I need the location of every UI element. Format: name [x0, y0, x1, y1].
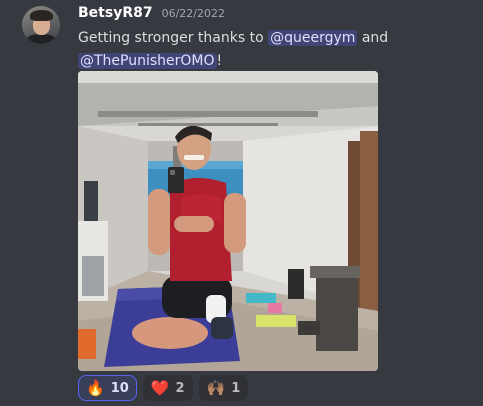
message-header: BetsyR87 06/22/2022	[78, 5, 225, 25]
timestamp: 06/22/2022	[161, 7, 225, 20]
raised-hands-icon: 🙌🏽	[206, 379, 226, 397]
avatar-hair	[30, 10, 53, 21]
chat-message: BetsyR87 06/22/2022 Getting stronger tha…	[0, 0, 483, 406]
username[interactable]: BetsyR87	[78, 5, 153, 21]
reaction-count: 1	[231, 380, 241, 396]
mention-queergym[interactable]: @queergym	[268, 30, 358, 46]
avatar-shirt	[26, 34, 56, 44]
reaction-heart[interactable]: ❤️ 2	[142, 375, 193, 401]
reaction-fire[interactable]: 🔥 10	[78, 375, 137, 401]
fire-icon: 🔥	[86, 379, 105, 397]
message-text: Getting stronger thanks to	[78, 30, 269, 46]
message-content: Getting stronger thanks to @queergym and…	[78, 27, 468, 73]
message-text-end: !	[216, 53, 223, 69]
gym-selfie-photo	[78, 71, 378, 371]
reaction-count: 10	[110, 380, 129, 396]
avatar[interactable]	[22, 6, 60, 44]
message-text-between: and	[357, 30, 389, 46]
reaction-raised-hands[interactable]: 🙌🏽 1	[198, 375, 249, 401]
reaction-count: 2	[175, 380, 185, 396]
mention-thepunisheromo[interactable]: @ThePunisherOMO	[78, 53, 217, 69]
heart-icon: ❤️	[150, 379, 170, 397]
image-attachment[interactable]	[78, 71, 378, 371]
reactions-bar: 🔥 10 ❤️ 2 🙌🏽 1	[78, 375, 249, 401]
